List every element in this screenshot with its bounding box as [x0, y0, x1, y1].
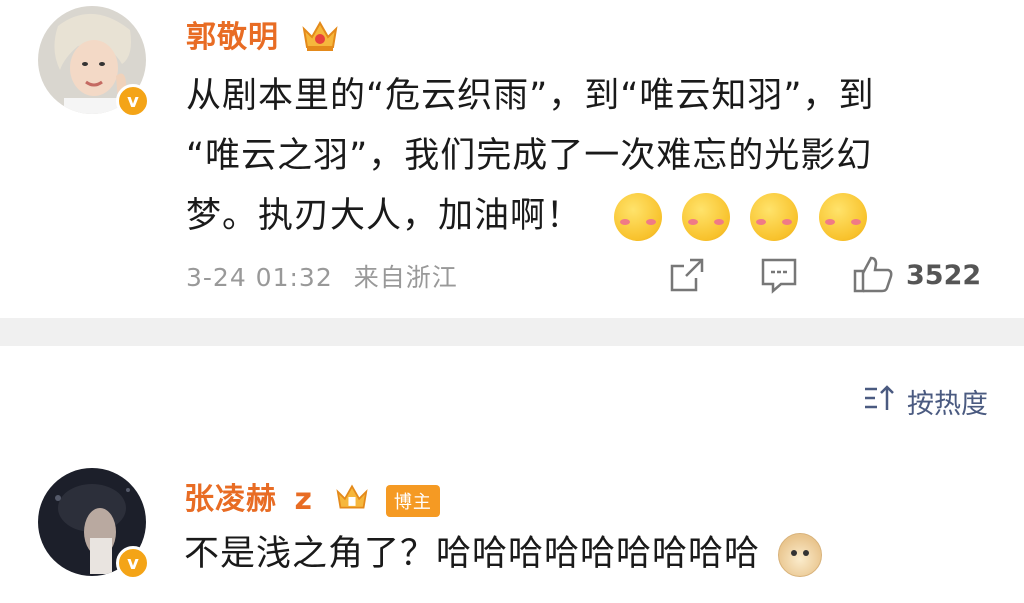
commenter-name-text: 张凌赫 — [184, 482, 277, 517]
blogger-badge: 博主 — [385, 484, 440, 517]
sort-label: 按热度 — [907, 389, 988, 420]
sort-icon — [863, 384, 897, 419]
section-divider — [0, 318, 1024, 346]
post-content-line-2: “唯云之羽”，我们完成了一次难忘的光影幻 — [186, 136, 873, 176]
post-source: 来自浙江 — [353, 263, 458, 292]
post-content: 从剧本里的“危云织雨”，到“唯云知羽”，到 “唯云之羽”，我们完成了一次难忘的光… — [186, 66, 996, 246]
commenter-name[interactable]: 张凌赫 z 博主 — [184, 474, 440, 521]
blush-emoji-icon — [750, 193, 799, 241]
comment-content: 不是浅之角了？哈哈哈哈哈哈哈哈哈 — [184, 524, 984, 584]
sort-toggle[interactable]: 按热度 — [863, 382, 988, 421]
author-avatar[interactable]: v — [38, 6, 150, 118]
verified-badge-icon: v — [116, 546, 150, 580]
blush-emoji-icon — [682, 193, 731, 241]
comment-icon[interactable] — [758, 254, 800, 296]
weibo-post: v 郭敬明 从剧本里的“危云织雨”，到“唯云知羽”，到 “唯云之羽”，我们完成了… — [0, 0, 1024, 318]
verified-badge-icon: v — [116, 84, 150, 118]
post-timestamp: 3-24 01:32 — [186, 263, 333, 292]
comment-text: 不是浅之角了？哈哈哈哈哈哈哈哈哈 — [184, 534, 761, 574]
post-content-line-3: 梦。执刃大人，加油啊！ — [186, 186, 996, 246]
post-actions: 3522 — [666, 254, 981, 296]
commenter-name-suffix: z — [294, 482, 313, 517]
crown-icon — [300, 17, 340, 61]
share-icon[interactable] — [666, 254, 708, 296]
like-count: 3522 — [906, 259, 982, 291]
post-author-name[interactable]: 郭敬明 — [186, 12, 340, 61]
post-content-line-3-text: 梦。执刃大人，加油啊！ — [186, 196, 583, 236]
commenter-avatar[interactable]: v — [38, 468, 150, 580]
post-author-name-text: 郭敬明 — [186, 20, 279, 55]
doge-emoji-icon — [778, 533, 823, 577]
post-content-line-1: 从剧本里的“危云织雨”，到“唯云知羽”，到 — [186, 76, 875, 116]
blush-emoji-icon — [614, 193, 663, 241]
blush-emoji-icon — [818, 193, 867, 241]
post-meta: 3-24 01:32 来自浙江 — [186, 258, 458, 294]
crown-icon — [334, 481, 370, 521]
like-icon[interactable] — [852, 254, 894, 296]
